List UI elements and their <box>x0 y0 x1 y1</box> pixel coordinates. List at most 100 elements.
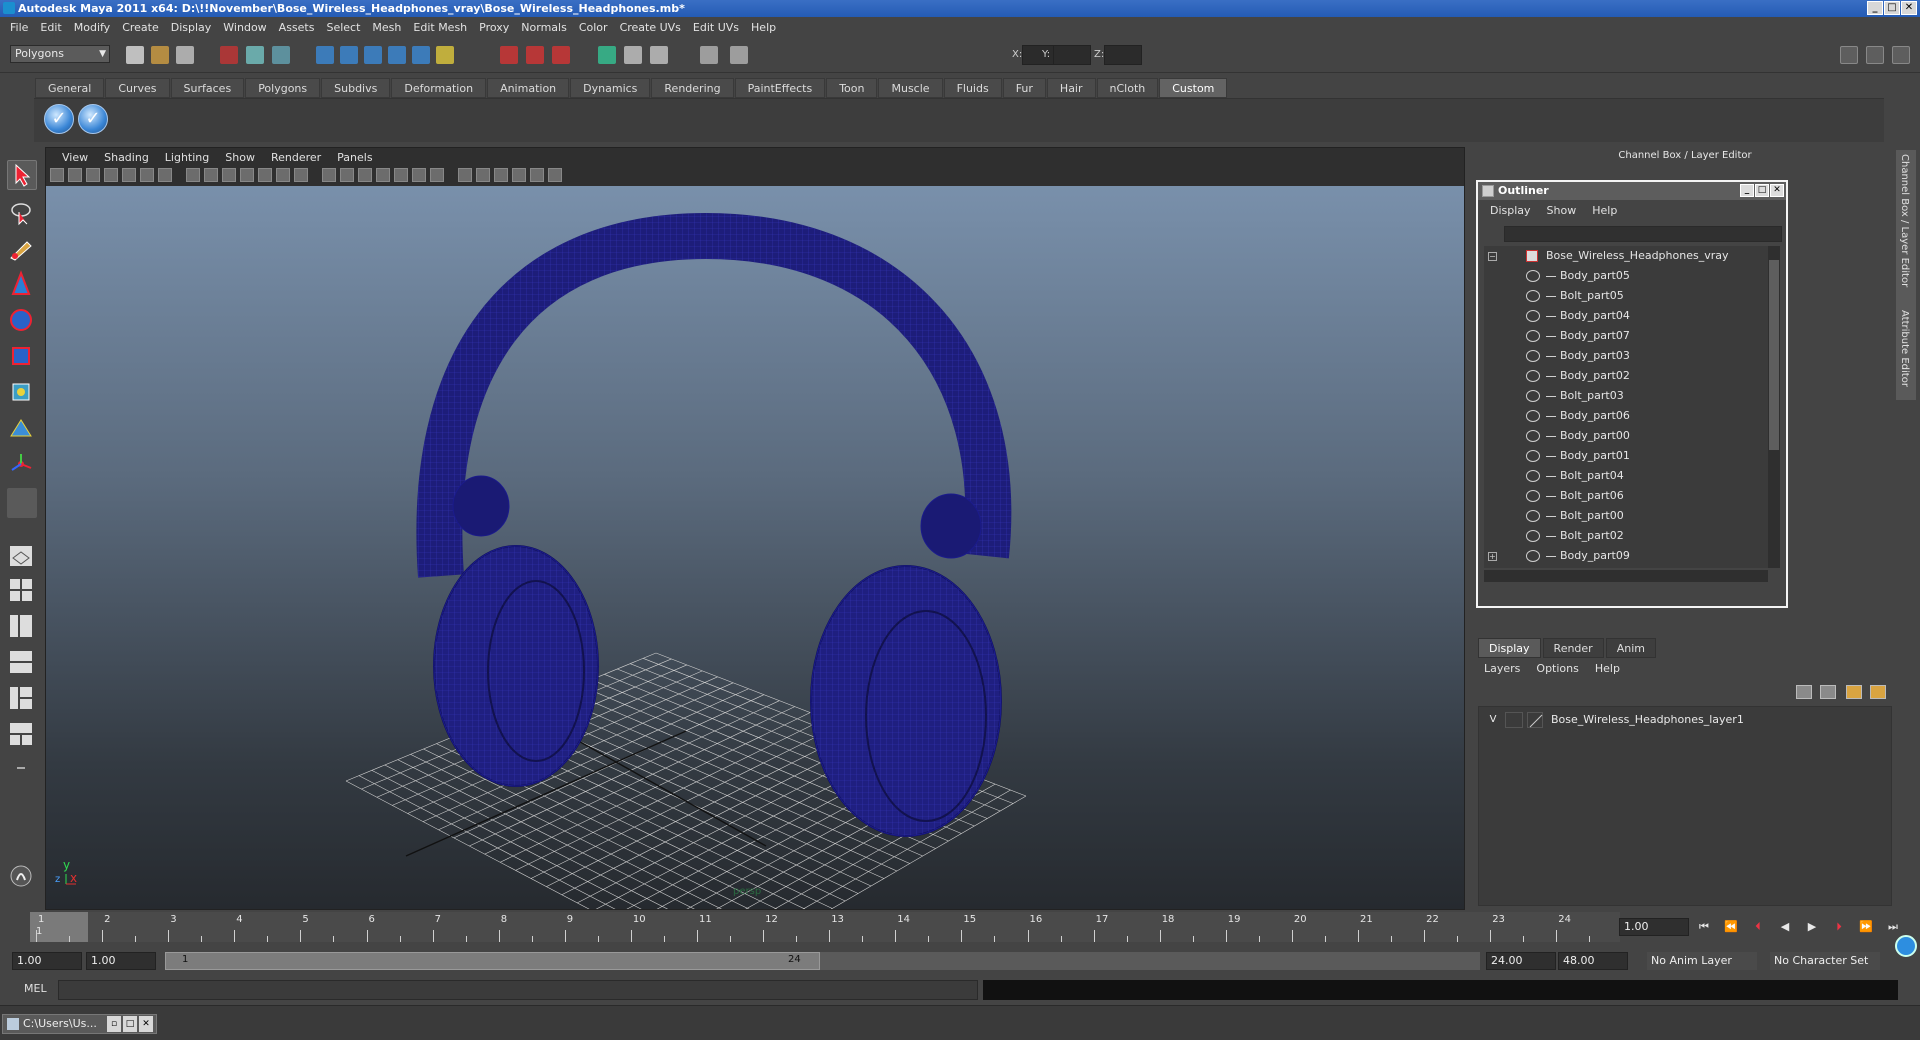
mel-input[interactable] <box>58 980 978 1000</box>
single-perspective-layout-icon[interactable] <box>7 542 37 572</box>
minimize-button[interactable]: _ <box>1867 1 1883 15</box>
outliner-horizontal-scrollbar[interactable] <box>1484 570 1768 582</box>
outliner-maximize-button[interactable]: □ <box>1755 184 1769 197</box>
snap-live-icon[interactable] <box>412 46 430 64</box>
playback-start-field[interactable]: 1.00 <box>86 952 156 970</box>
safe-title-icon[interactable] <box>276 168 290 182</box>
image-plane-icon[interactable] <box>104 168 118 182</box>
grid-icon[interactable] <box>158 168 172 182</box>
isolate-icon[interactable] <box>430 168 444 182</box>
tool-settings-toggle-icon[interactable] <box>1892 46 1910 64</box>
maximize-button[interactable]: □ <box>123 1016 137 1032</box>
use-lights-icon[interactable] <box>376 168 390 182</box>
play-backwards-icon[interactable]: ◀ <box>1776 918 1794 936</box>
viewport-menu-panels[interactable]: Panels <box>329 151 380 164</box>
backface-icon[interactable] <box>512 168 526 182</box>
layer-tab-anim[interactable]: Anim <box>1605 638 1656 658</box>
layer-menu-options[interactable]: Options <box>1528 662 1586 675</box>
viewport-menu-renderer[interactable]: Renderer <box>263 151 329 164</box>
expand-icon[interactable]: + <box>1488 552 1497 561</box>
anim-layer-dropdown[interactable]: No Anim Layer <box>1647 952 1757 970</box>
select-component-icon[interactable] <box>272 46 290 64</box>
move-up-layer-icon[interactable] <box>1846 685 1862 699</box>
select-hierarchy-icon[interactable] <box>220 46 238 64</box>
layer-tab-display[interactable]: Display <box>1478 638 1541 658</box>
film-gate-icon[interactable] <box>186 168 200 182</box>
layer-visibility-toggle[interactable]: V <box>1485 712 1501 728</box>
script-layout-icon[interactable] <box>7 720 37 750</box>
flat-shade-icon[interactable] <box>340 168 354 182</box>
outliner-item[interactable]: Body_part05 <box>1484 266 1768 286</box>
two-sided-icon[interactable] <box>494 168 508 182</box>
viewport-menu-shading[interactable]: Shading <box>96 151 157 164</box>
frame-selected-icon[interactable] <box>476 168 490 182</box>
field-chart-icon[interactable] <box>240 168 254 182</box>
layer-menu-layers[interactable]: Layers <box>1476 662 1528 675</box>
camera-select-icon[interactable] <box>50 168 64 182</box>
hypershade-layout-icon[interactable] <box>7 684 37 714</box>
render-frame-icon[interactable] <box>552 46 570 64</box>
play-forwards-icon[interactable]: ▶ <box>1803 918 1821 936</box>
input-ops-icon[interactable] <box>500 46 518 64</box>
outliner-item[interactable]: Body_part02 <box>1484 366 1768 386</box>
step-back-key-icon[interactable]: ⏪ <box>1722 918 1740 936</box>
move-down-layer-icon[interactable] <box>1870 685 1886 699</box>
shelf-tab-polygons[interactable]: Polygons <box>245 78 321 98</box>
open-scene-icon[interactable] <box>151 46 169 64</box>
xray-icon[interactable] <box>412 168 426 182</box>
scale-tool-icon[interactable] <box>7 342 37 372</box>
render-settings-icon[interactable] <box>624 46 642 64</box>
menu-select[interactable]: Select <box>320 21 366 34</box>
textured-icon[interactable] <box>358 168 372 182</box>
save-scene-icon[interactable] <box>176 46 194 64</box>
outliner-root-item[interactable]: − Bose_Wireless_Headphones_vray <box>1484 246 1768 266</box>
outliner-item[interactable]: Body_part03 <box>1484 346 1768 366</box>
layout-icon[interactable] <box>1840 46 1858 64</box>
menu-normals[interactable]: Normals <box>515 21 573 34</box>
shelf-tab-fluids[interactable]: Fluids <box>943 78 1002 98</box>
outliner-menu-help[interactable]: Help <box>1584 204 1625 217</box>
menu-mesh[interactable]: Mesh <box>366 21 407 34</box>
outliner-menu-display[interactable]: Display <box>1482 204 1539 217</box>
outliner-item[interactable]: Body_part06 <box>1484 406 1768 426</box>
minimized-window-item[interactable]: C:\Users\Us... ▫ □ ✕ <box>2 1014 157 1034</box>
gate-mask-icon[interactable] <box>222 168 236 182</box>
menu-set-selector[interactable]: Polygons ▼ <box>10 45 110 63</box>
bookmark-icon[interactable] <box>86 168 100 182</box>
y-field[interactable] <box>1053 45 1091 65</box>
shelf-tab-curves[interactable]: Curves <box>105 78 170 98</box>
playback-end-field[interactable]: 24.00 <box>1486 952 1556 970</box>
rotate-tool-icon[interactable] <box>7 306 37 336</box>
paint-select-tool-icon[interactable] <box>7 234 37 264</box>
menu-assets[interactable]: Assets <box>273 21 321 34</box>
range-slider-track[interactable]: 1 24 <box>165 952 1480 970</box>
check-icon[interactable]: ✓ <box>44 104 74 134</box>
check-icon[interactable]: ✓ <box>78 104 108 134</box>
last-tool-icon[interactable] <box>7 450 37 480</box>
select-object-icon[interactable] <box>246 46 264 64</box>
channel-box-toggle-icon[interactable] <box>1866 46 1884 64</box>
shelf-tab-ncloth[interactable]: nCloth <box>1096 78 1159 98</box>
scrollbar-thumb[interactable] <box>1769 260 1779 450</box>
outliner-item[interactable]: Bolt_part04 <box>1484 466 1768 486</box>
menu-window[interactable]: Window <box>217 21 272 34</box>
snap-point-icon[interactable] <box>364 46 382 64</box>
shelf-tab-dynamics[interactable]: Dynamics <box>570 78 651 98</box>
new-layer-from-selection-icon[interactable] <box>1820 685 1836 699</box>
menu-edit-mesh[interactable]: Edit Mesh <box>407 21 473 34</box>
shelf-tab-surfaces[interactable]: Surfaces <box>170 78 245 98</box>
outliner-item[interactable]: Bolt_part06 <box>1484 486 1768 506</box>
shelf-tab-deformation[interactable]: Deformation <box>391 78 487 98</box>
wireframe-icon[interactable] <box>294 168 308 182</box>
history-icon[interactable] <box>436 46 454 64</box>
layer-menu-help[interactable]: Help <box>1587 662 1628 675</box>
viewport-menu-show[interactable]: Show <box>217 151 263 164</box>
outliner-item[interactable]: Body_part00 <box>1484 426 1768 446</box>
rendering-icon[interactable] <box>7 862 37 892</box>
menu-help[interactable]: Help <box>745 21 782 34</box>
camera-attributes-icon[interactable] <box>68 168 82 182</box>
transform-icon[interactable] <box>730 46 748 64</box>
menu-create-uvs[interactable]: Create UVs <box>614 21 687 34</box>
perspective-viewport[interactable]: y x z <box>46 186 1464 909</box>
outliner-layout-icon[interactable] <box>7 612 37 642</box>
